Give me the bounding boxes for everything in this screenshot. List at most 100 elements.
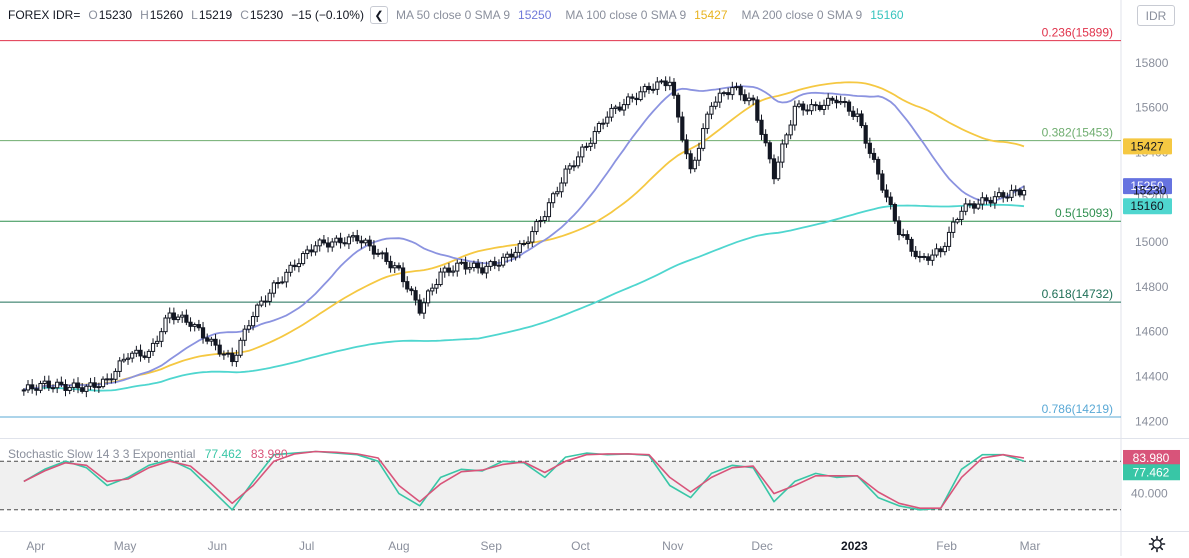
stoch-d-value: 83.980	[250, 447, 288, 461]
candle-body	[496, 264, 502, 267]
candle-body	[213, 338, 218, 346]
candle-body	[821, 104, 827, 110]
candle-body	[705, 113, 710, 130]
candle-body	[100, 378, 106, 388]
candle-body	[959, 210, 964, 220]
candle-body	[805, 109, 810, 112]
candle-body	[930, 254, 935, 261]
candle-body	[246, 325, 251, 330]
candle-body	[742, 94, 747, 102]
candle-body	[55, 381, 60, 389]
candle-body	[338, 237, 343, 244]
candle-body	[405, 281, 410, 290]
candle-body	[588, 142, 593, 147]
candle-body	[492, 261, 497, 266]
candle-body	[667, 81, 672, 87]
candle-body	[463, 261, 468, 270]
candle-body	[513, 251, 518, 258]
candle-body	[617, 106, 622, 111]
currency-button[interactable]: IDR	[1137, 5, 1175, 26]
candle-body	[692, 159, 697, 170]
candle-body	[455, 262, 460, 272]
ma100-label[interactable]: MA 100 close 0 SMA 9	[565, 8, 686, 22]
candle-body	[880, 173, 885, 191]
candle-body	[263, 300, 268, 303]
candle-body	[130, 352, 135, 359]
candle-body	[871, 152, 877, 160]
candle-body	[342, 242, 347, 245]
candle-body	[688, 153, 693, 170]
candle-body	[655, 81, 660, 90]
candle-body	[467, 267, 472, 270]
candle-body	[142, 355, 147, 358]
ma200-label[interactable]: MA 200 close 0 SMA 9	[742, 8, 863, 22]
chevron-left-icon[interactable]: ❮	[369, 6, 388, 24]
candle-body	[530, 231, 535, 243]
candle-body	[167, 312, 172, 319]
fib-level-label: 0.382(15453)	[1042, 126, 1113, 140]
high-value: 15260	[149, 8, 184, 22]
candle-body	[300, 253, 306, 265]
x-tick-label: Apr	[26, 539, 45, 553]
candle-body	[159, 331, 164, 342]
candle-body	[788, 124, 793, 136]
candle-body	[1009, 189, 1014, 198]
candle-body	[992, 196, 997, 204]
candle-body	[75, 382, 81, 389]
candle-body	[888, 196, 893, 206]
stoch-k-value: 77.462	[204, 447, 242, 461]
ma50-label[interactable]: MA 50 close 0 SMA 9	[396, 8, 510, 22]
open-label: O	[88, 8, 98, 22]
candle-body	[196, 324, 201, 329]
candle-body	[780, 143, 785, 163]
chart-canvas[interactable]: 1420014400146001480015000152001540015600…	[0, 0, 1189, 556]
candle-body	[517, 243, 522, 253]
candle-body	[521, 243, 527, 246]
candle-body	[926, 256, 931, 261]
candle-body	[846, 101, 852, 112]
candle-body	[784, 134, 789, 145]
chart-header: FOREX IDR= O 15230 H 15260 L 15219 C 15230 −…	[8, 6, 904, 24]
candle-body	[105, 378, 110, 381]
candle-body	[580, 146, 585, 158]
candle-body	[171, 312, 176, 321]
candle-body	[921, 255, 927, 258]
x-tick-label: Jul	[299, 539, 314, 553]
candle-body	[1021, 190, 1027, 196]
candle-body	[371, 245, 377, 255]
candle-body	[576, 156, 581, 167]
candle-body	[851, 110, 856, 117]
candle-body	[280, 281, 285, 284]
candle-body	[601, 122, 606, 125]
candle-body	[555, 191, 560, 195]
candle-body	[355, 235, 360, 242]
candle-body	[84, 385, 89, 392]
candle-body	[230, 352, 235, 363]
candle-body	[876, 158, 881, 175]
candle-body	[88, 382, 93, 387]
candle-body	[680, 116, 685, 141]
candle-body	[696, 147, 702, 161]
candle-body	[676, 94, 681, 118]
candle-body	[859, 113, 864, 127]
candle-body	[659, 80, 664, 83]
candle-body	[367, 239, 372, 247]
candle-body	[701, 128, 706, 149]
candle-body	[334, 237, 339, 243]
candle-body	[180, 314, 185, 318]
candle-body	[267, 292, 272, 302]
candle-body	[830, 97, 835, 101]
candle-body	[296, 263, 301, 268]
candle-body	[396, 265, 402, 269]
candle-body	[321, 239, 327, 244]
candle-body	[542, 216, 547, 221]
candle-body	[67, 386, 72, 391]
candle-body	[363, 239, 368, 244]
candle-body	[717, 92, 722, 103]
gear-icon[interactable]	[1148, 535, 1166, 553]
candle-body	[571, 165, 577, 168]
candle-body	[709, 105, 714, 115]
close-value: 15230	[249, 8, 284, 22]
candle-body	[651, 88, 656, 91]
candle-body	[546, 202, 552, 218]
